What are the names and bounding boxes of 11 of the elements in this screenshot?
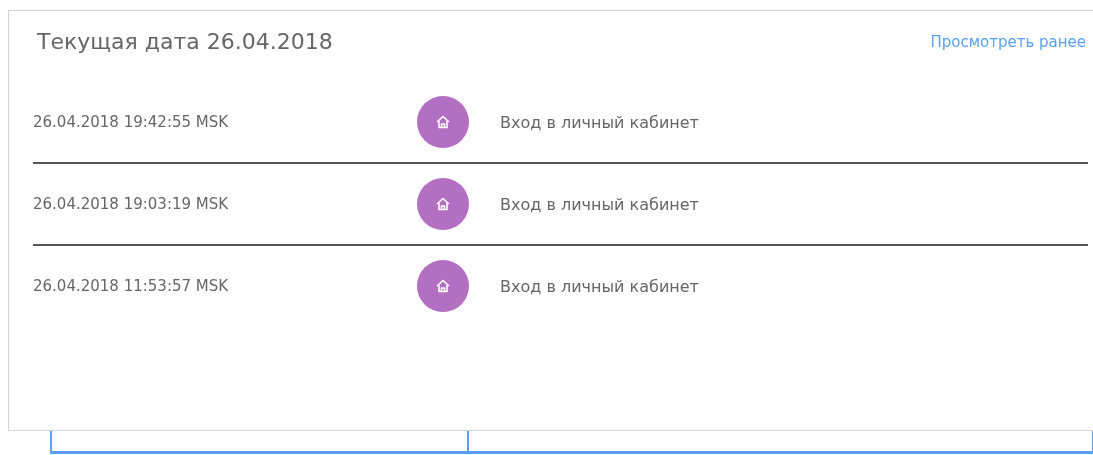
event-label: Вход в личный кабинет bbox=[500, 276, 699, 296]
event-time: 26.04.2018 11:53:57 MSK bbox=[33, 277, 230, 295]
event-label: Вход в личный кабинет bbox=[500, 112, 699, 132]
event-label: Вход в личный кабинет bbox=[500, 194, 699, 214]
current-date-title: Текущая дата 26.04.2018 bbox=[37, 29, 333, 54]
house-icon bbox=[435, 196, 451, 212]
event-time: 26.04.2018 19:42:55 MSK bbox=[33, 113, 230, 131]
view-earlier-link[interactable]: Просмотреть ранее bbox=[930, 32, 1086, 51]
house-icon bbox=[435, 278, 451, 294]
house-icon bbox=[435, 114, 451, 130]
event-time: 26.04.2018 19:03:19 MSK bbox=[33, 195, 230, 213]
